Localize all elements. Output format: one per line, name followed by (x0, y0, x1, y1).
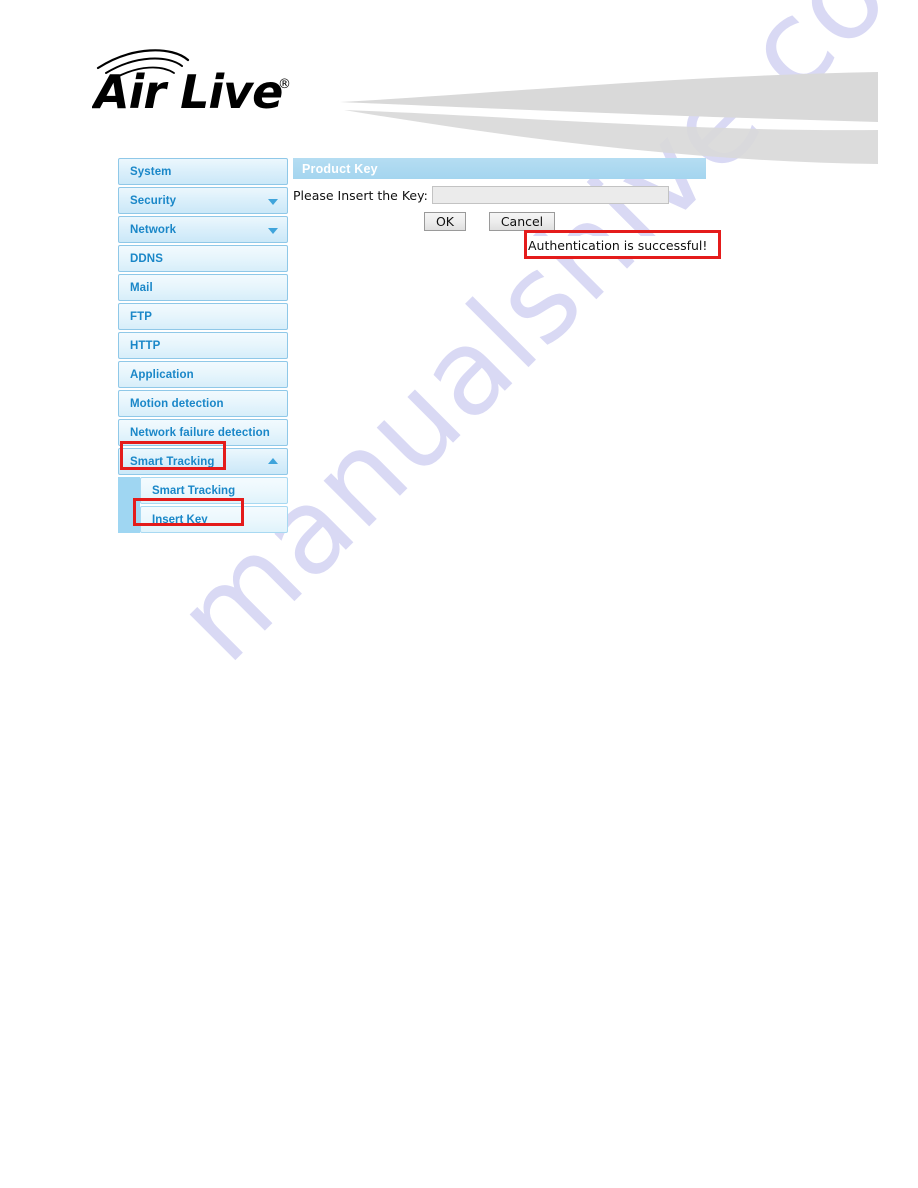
chevron-up-icon (268, 457, 278, 464)
status-row: Authentication is successful! (293, 236, 712, 256)
sidebar-item-application[interactable]: Application (118, 361, 288, 388)
sidebar-item-label: Application (130, 368, 194, 381)
form-button-row: OK Cancel (293, 212, 706, 231)
ok-button[interactable]: OK (424, 212, 466, 231)
sidebar-subitem-label: Smart Tracking (152, 484, 236, 497)
sidebar-item-label: Smart Tracking (130, 455, 215, 468)
sidebar-item-ftp[interactable]: FTP (118, 303, 288, 330)
sidebar-item-ddns[interactable]: DDNS (118, 245, 288, 272)
sidebar-subitem-smart-tracking[interactable]: Smart Tracking (140, 477, 288, 504)
svg-text:®: ® (278, 77, 291, 92)
cancel-button[interactable]: Cancel (489, 212, 555, 231)
sidebar-item-label: DDNS (130, 252, 163, 265)
settings-sidebar[interactable]: System Security Network DDNS Mail FTP HT… (118, 158, 288, 535)
product-key-form-row: Please Insert the Key: (293, 186, 706, 204)
product-key-input[interactable] (431, 186, 669, 204)
chevron-down-icon (268, 227, 278, 234)
svg-text:Air Live: Air Live (92, 65, 282, 119)
header-swoosh-graphic (330, 50, 918, 170)
sidebar-subitem-label: Insert Key (152, 513, 208, 526)
sidebar-item-network-failure-detection[interactable]: Network failure detection (118, 419, 288, 446)
page-title: Product Key (302, 161, 378, 176)
sidebar-item-label: Motion detection (130, 397, 224, 410)
sidebar-item-mail[interactable]: Mail (118, 274, 288, 301)
sidebar-submenu-smart-tracking: Smart Tracking Insert Key (118, 477, 288, 533)
status-message: Authentication is successful! (524, 236, 712, 256)
panel-header: Product Key (293, 158, 706, 179)
sidebar-item-http[interactable]: HTTP (118, 332, 288, 359)
sidebar-item-label: Network failure detection (130, 426, 270, 439)
sidebar-subitem-insert-key[interactable]: Insert Key (140, 506, 288, 533)
submenu-accent-bar (118, 477, 140, 533)
product-key-label: Please Insert the Key: (293, 187, 428, 203)
sidebar-item-network[interactable]: Network (118, 216, 288, 243)
page-header: Air Live ® (0, 0, 918, 170)
sidebar-item-smart-tracking[interactable]: Smart Tracking (118, 448, 288, 475)
sidebar-item-system[interactable]: System (118, 158, 288, 185)
airlive-logo-graphic: Air Live ® (91, 49, 291, 119)
product-key-panel: Product Key Please Insert the Key: OK Ca… (293, 158, 712, 256)
chevron-down-icon (268, 198, 278, 205)
sidebar-item-label: System (130, 165, 172, 178)
sidebar-item-label: Security (130, 194, 177, 207)
sidebar-item-label: Network (130, 223, 177, 236)
sidebar-item-label: FTP (130, 310, 153, 323)
sidebar-item-label: Mail (130, 281, 153, 294)
airlive-logo: Air Live ® (91, 44, 304, 120)
sidebar-item-motion-detection[interactable]: Motion detection (118, 390, 288, 417)
sidebar-item-security[interactable]: Security (118, 187, 288, 214)
sidebar-item-label: HTTP (130, 339, 161, 352)
